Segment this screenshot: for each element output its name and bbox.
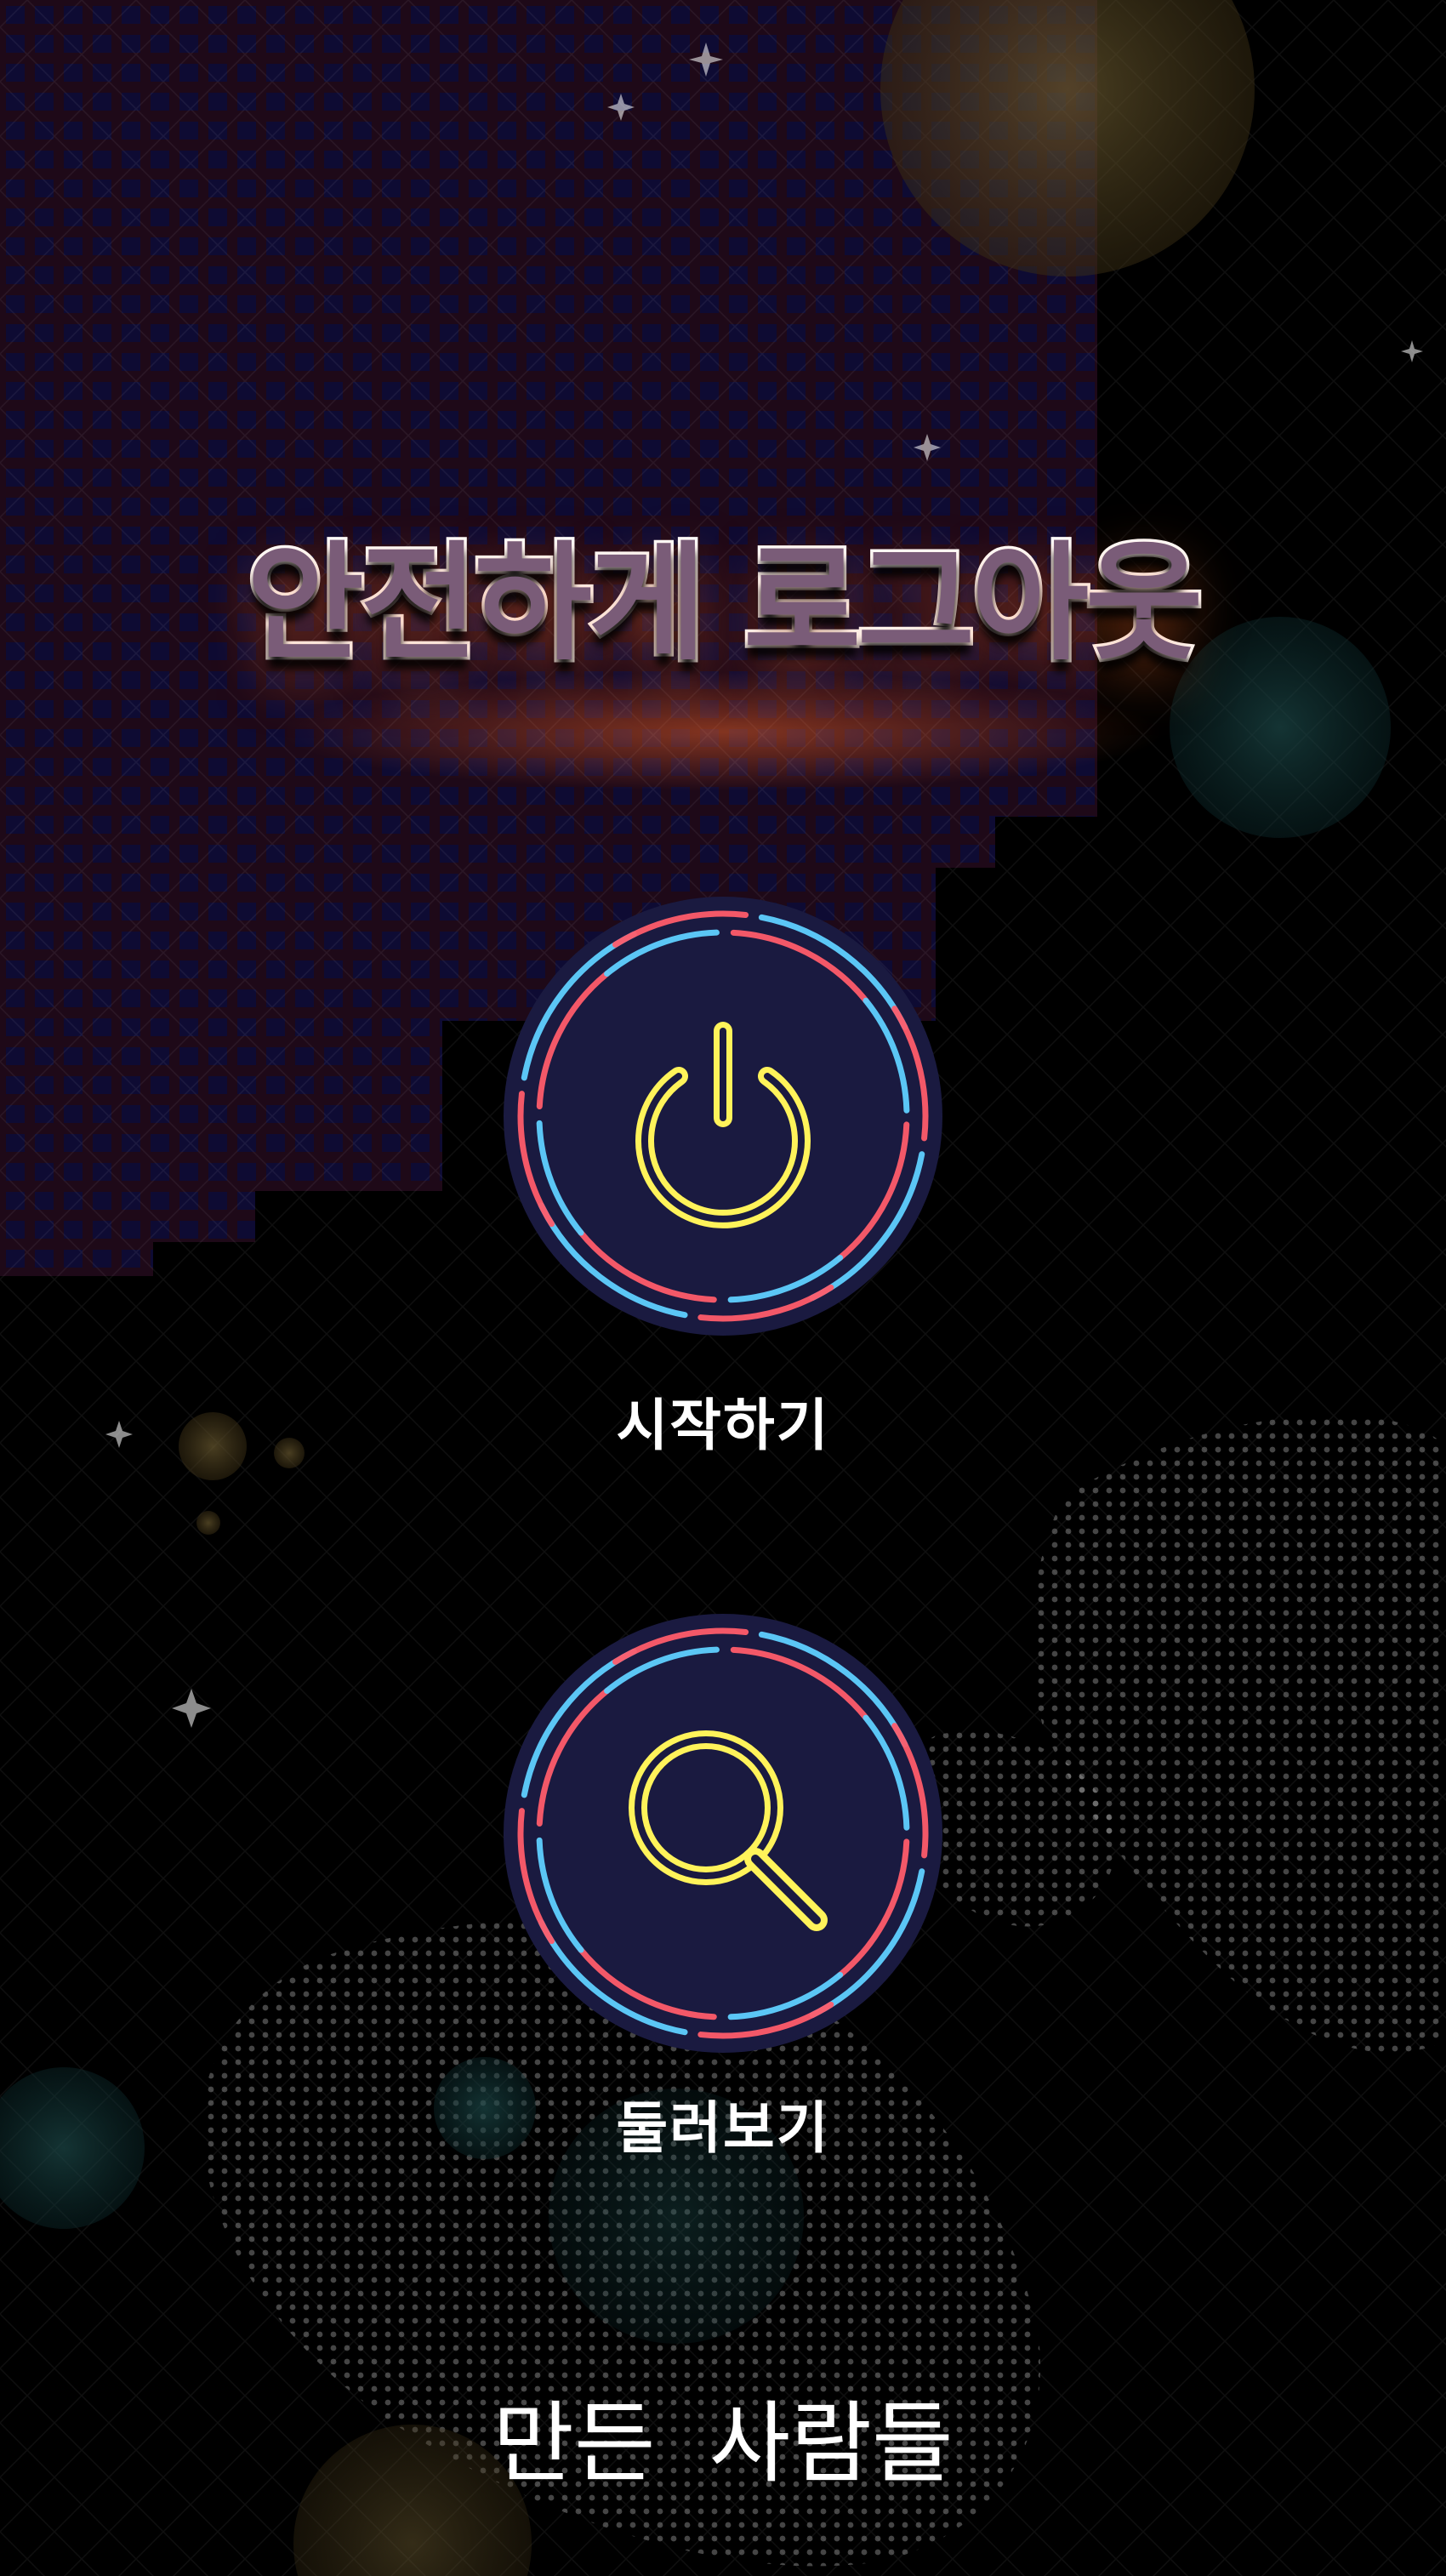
credits-link[interactable]: 만든 사람들 [0,2392,1446,2494]
power-icon [635,1022,811,1228]
browse-label[interactable]: 둘러보기 [0,2094,1446,2163]
title-screen: 안전하게 로그아웃 시작하기 둘러보기 만든 사람들 [0,0,1446,2576]
magnifier-icon [629,1730,828,1931]
browse-button[interactable] [502,1612,944,2055]
start-button[interactable] [502,895,944,1337]
start-label[interactable]: 시작하기 [0,1392,1446,1460]
page-title: 안전하게 로그아웃 [243,527,1205,681]
